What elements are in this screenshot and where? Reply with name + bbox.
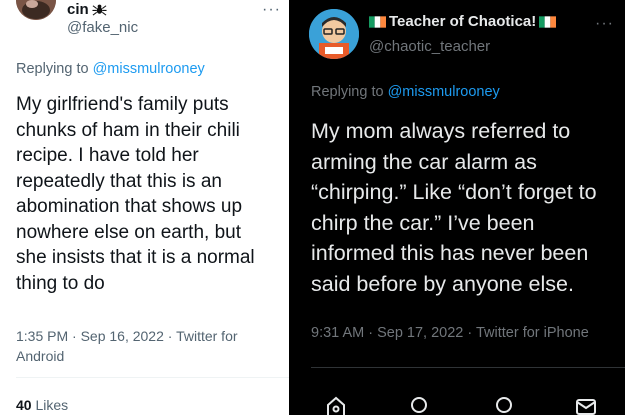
tweet-timestamp[interactable]: 1:35 PM · Sep 16, 2022 · Twitter for And… <box>16 327 276 366</box>
avatar[interactable] <box>16 0 56 20</box>
avatar-image <box>309 9 359 59</box>
right-tweet-panel: Teacher of Chaotica! @chaotic_teacher ··… <box>293 0 625 415</box>
avatar[interactable] <box>309 9 359 59</box>
replying-to-prefix: Replying to <box>311 84 388 100</box>
display-name-text: Teacher of Chaotica! <box>389 13 537 30</box>
spider-icon <box>92 4 107 16</box>
likes-label: Likes <box>31 397 69 413</box>
mention-link[interactable]: @missmulrooney <box>93 61 205 77</box>
tweet-text: My girlfriend's family puts chunks of ha… <box>16 94 255 294</box>
divider <box>16 377 289 378</box>
handle[interactable]: @chaotic_teacher <box>369 38 490 55</box>
display-name[interactable]: cin <box>67 1 107 18</box>
search-icon[interactable] <box>409 395 431 415</box>
replying-to: Replying to @missmulrooney <box>16 61 205 77</box>
bottom-nav-bar <box>293 395 625 415</box>
display-name-text: cin <box>67 1 89 18</box>
home-icon[interactable] <box>325 395 347 415</box>
mention-link[interactable]: @missmulrooney <box>388 84 500 100</box>
irish-flag-icon <box>539 15 557 28</box>
divider <box>311 367 625 368</box>
more-options-icon[interactable]: ··· <box>262 2 281 18</box>
messages-icon[interactable] <box>575 395 597 415</box>
left-tweet-panel: cin @fake_nic ··· Replying to @missmulro… <box>0 0 289 415</box>
tweet-text: My mom always referred to arming the car… <box>311 119 597 296</box>
handle[interactable]: @fake_nic <box>67 19 138 36</box>
more-options-icon[interactable]: ··· <box>595 16 614 32</box>
replying-to: Replying to @missmulrooney <box>311 84 500 100</box>
replying-to-prefix: Replying to <box>16 61 93 77</box>
display-name[interactable]: Teacher of Chaotica! <box>369 13 557 30</box>
tweet-timestamp[interactable]: 9:31 AM · Sep 17, 2022 · Twitter for iPh… <box>311 325 589 341</box>
likes-count[interactable]: 40 Likes <box>16 397 68 413</box>
avatar-image <box>16 0 56 20</box>
irish-flag-icon <box>369 15 386 28</box>
spaces-icon[interactable] <box>493 395 515 415</box>
likes-number: 40 <box>16 397 32 413</box>
